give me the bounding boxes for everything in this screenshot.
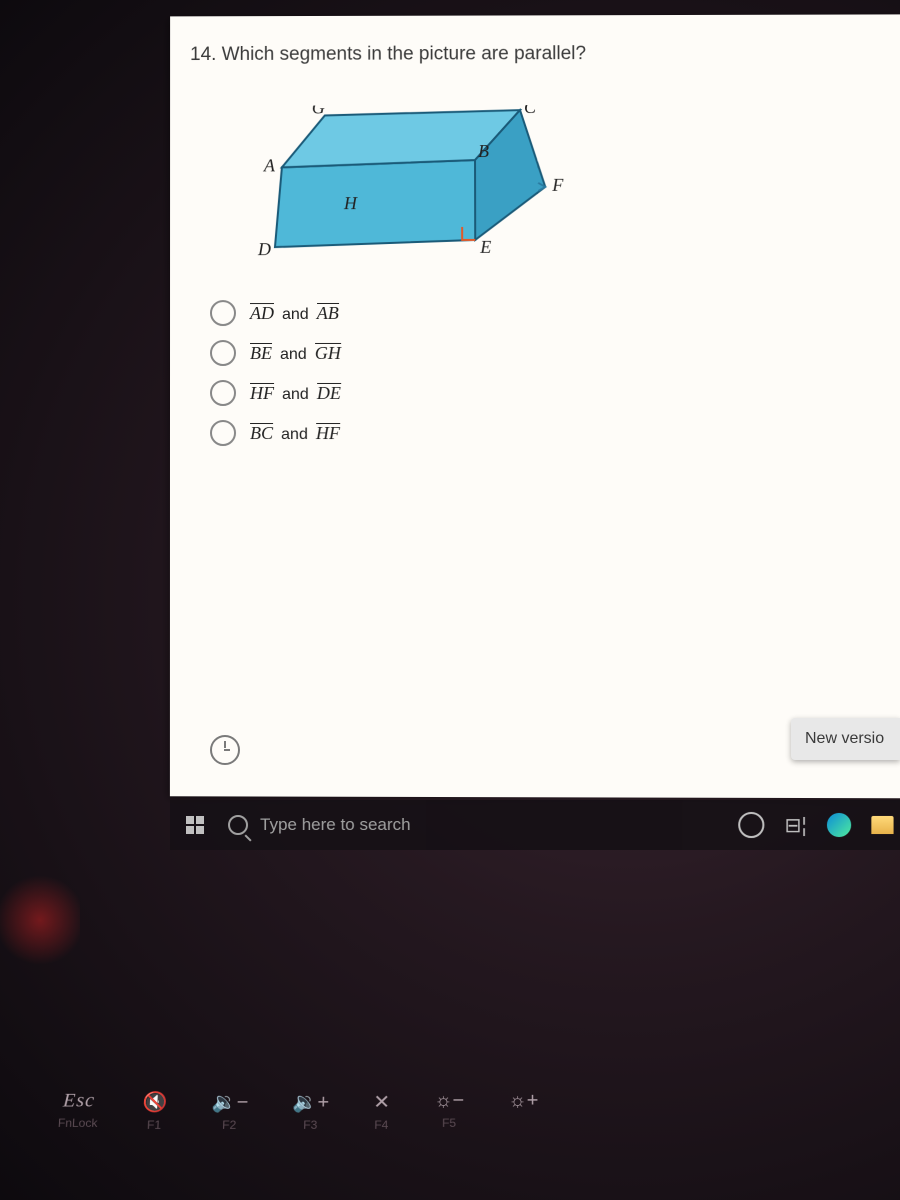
start-button[interactable] <box>170 800 220 850</box>
option-2[interactable]: BE and GH <box>210 340 900 366</box>
edge-icon[interactable] <box>827 813 851 837</box>
volume-down-icon: 🔉− <box>211 1090 249 1114</box>
key-f6: ☼+ <box>508 1090 538 1112</box>
key-f4: ✕ F4 <box>373 1090 390 1132</box>
label-C: C <box>524 105 537 117</box>
radio-1[interactable] <box>210 300 236 326</box>
radio-2[interactable] <box>210 340 236 366</box>
physical-keyboard: Esc FnLock 🔇 F1 🔉− F2 🔉+ F3 ✕ F4 ☼− F5 ☼… <box>53 1090 900 1198</box>
quiz-panel: 14. Which segments in the picture are pa… <box>170 14 900 798</box>
new-version-button[interactable]: New versio <box>791 718 900 760</box>
radio-4[interactable] <box>210 420 236 446</box>
option-2-label: BE and GH <box>250 342 341 363</box>
prism-diagram: A B C D E F G H <box>220 105 591 275</box>
option-3[interactable]: HF and DE <box>210 380 900 406</box>
label-F: F <box>551 175 564 195</box>
mute-icon: 🔇 <box>142 1090 168 1114</box>
mic-mute-icon: ✕ <box>373 1090 390 1114</box>
key-f1: 🔇 F1 <box>141 1090 168 1132</box>
question-number: 14. <box>190 44 216 65</box>
volume-up-icon: 🔉+ <box>292 1090 329 1114</box>
windows-taskbar: Type here to search ⊟¦ <box>170 800 900 850</box>
label-G: G <box>312 105 325 118</box>
question-body: Which segments in the picture are parall… <box>222 43 586 65</box>
radio-3[interactable] <box>210 380 236 406</box>
label-A: A <box>263 155 276 175</box>
label-H: H <box>343 193 358 213</box>
answer-options: AD and AB BE and GH HF and DE BC <box>210 300 900 447</box>
key-esc: Esc FnLock <box>58 1090 100 1130</box>
label-D: D <box>257 239 271 259</box>
search-icon <box>228 815 248 835</box>
option-4-label: BC and HF <box>250 423 340 444</box>
brightness-down-icon: ☼− <box>434 1090 464 1112</box>
cortana-icon[interactable] <box>738 812 764 838</box>
key-f2: 🔉− F2 <box>211 1090 249 1132</box>
taskview-icon[interactable]: ⊟¦ <box>785 812 807 837</box>
question-text: 14. Which segments in the picture are pa… <box>170 14 900 76</box>
search-placeholder: Type here to search <box>260 815 411 835</box>
label-E: E <box>479 237 491 257</box>
key-f5: ☼− F5 <box>434 1090 464 1130</box>
option-4[interactable]: BC and HF <box>210 420 900 446</box>
taskbar-search[interactable]: Type here to search <box>228 815 411 835</box>
brightness-up-icon: ☼+ <box>508 1090 538 1112</box>
label-B: B <box>478 141 489 161</box>
timer-icon[interactable] <box>210 735 240 765</box>
option-1[interactable]: AD and AB <box>210 300 900 326</box>
option-3-label: HF and DE <box>250 382 341 403</box>
key-f3: 🔉+ F3 <box>292 1090 330 1132</box>
option-1-label: AD and AB <box>250 302 339 323</box>
file-explorer-icon[interactable] <box>871 816 893 834</box>
